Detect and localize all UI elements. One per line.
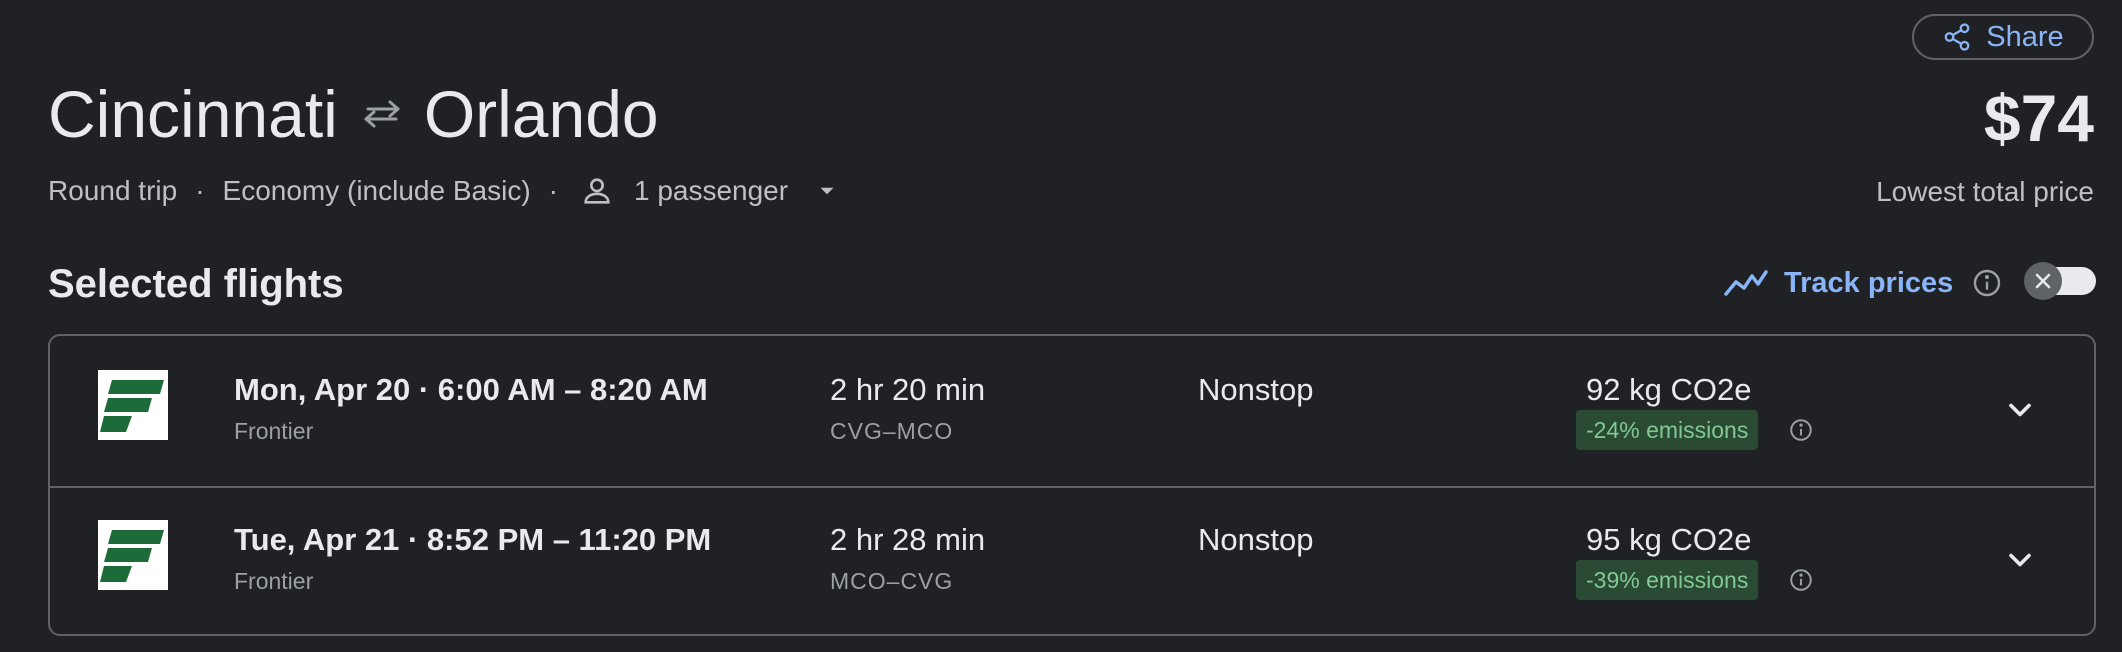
caret-down-icon [820,187,834,195]
person-icon [584,178,610,204]
flight-times: Tue, Apr 21 · 8:52 PM – 11:20 PM [234,522,712,557]
toggle-knob [2024,262,2062,300]
chevron-down-icon[interactable] [2002,392,2038,428]
flight-times: Mon, Apr 20 · 6:00 AM – 8:20 AM [234,372,708,407]
destination-city: Orlando [423,77,659,151]
info-icon[interactable] [1971,267,2003,299]
emissions-badge: -39% emissions [1576,560,1759,600]
trend-line-icon [1724,270,1768,296]
flight-stops: Nonstop [1198,372,1314,407]
share-icon [1944,23,1970,51]
frontier-logo [98,370,168,440]
info-icon[interactable] [1788,567,1814,593]
selected-flights-heading: Selected flights [48,262,344,306]
close-icon [2035,273,2051,289]
selected-flights-list: Mon, Apr 20 · 6:00 AM – 8:20 AM Frontier… [48,334,2096,636]
flight-emissions: 92 kg CO2e [1586,372,1752,407]
passenger-count: 1 passenger [633,175,789,206]
flight-stops: Nonstop [1198,522,1314,557]
airline-name: Frontier [234,568,314,594]
track-prices-label: Track prices [1784,266,1954,299]
lowest-price: $74 [1983,81,2094,155]
route-title: Cincinnati Orlando [48,76,659,152]
trip-options: Round trip · Economy (include Basic) · 1… [48,174,840,208]
flight-emissions: 95 kg CO2e [1586,522,1752,557]
share-button[interactable]: Share [1912,14,2094,60]
separator-dot: · [548,175,558,206]
chevron-down-icon[interactable] [2002,542,2038,578]
share-label: Share [1986,20,2064,53]
cabin-class[interactable]: Economy (include Basic) [223,175,531,207]
frontier-logo [98,520,168,590]
trip-type[interactable]: Round trip [48,175,177,207]
passenger-selector[interactable]: 1 passenger [576,174,840,208]
flight-airports: CVG–MCO [830,418,954,444]
track-prices-toggle[interactable] [2024,262,2096,300]
flight-duration: 2 hr 28 min [830,522,986,557]
swap-arrows-icon [364,100,400,128]
flight-row-return[interactable]: Tue, Apr 21 · 8:52 PM – 11:20 PM Frontie… [50,486,2094,634]
origin-city: Cincinnati [48,77,338,151]
track-prices[interactable]: Track prices [1722,266,2003,300]
flight-duration: 2 hr 20 min [830,372,986,407]
separator-dot: · [195,175,205,206]
airline-name: Frontier [234,418,314,444]
flight-row-outbound[interactable]: Mon, Apr 20 · 6:00 AM – 8:20 AM Frontier… [50,336,2094,488]
info-icon[interactable] [1788,417,1814,443]
flight-airports: MCO–CVG [830,568,954,594]
price-caption: Lowest total price [1876,176,2094,207]
emissions-badge: -24% emissions [1576,410,1759,450]
